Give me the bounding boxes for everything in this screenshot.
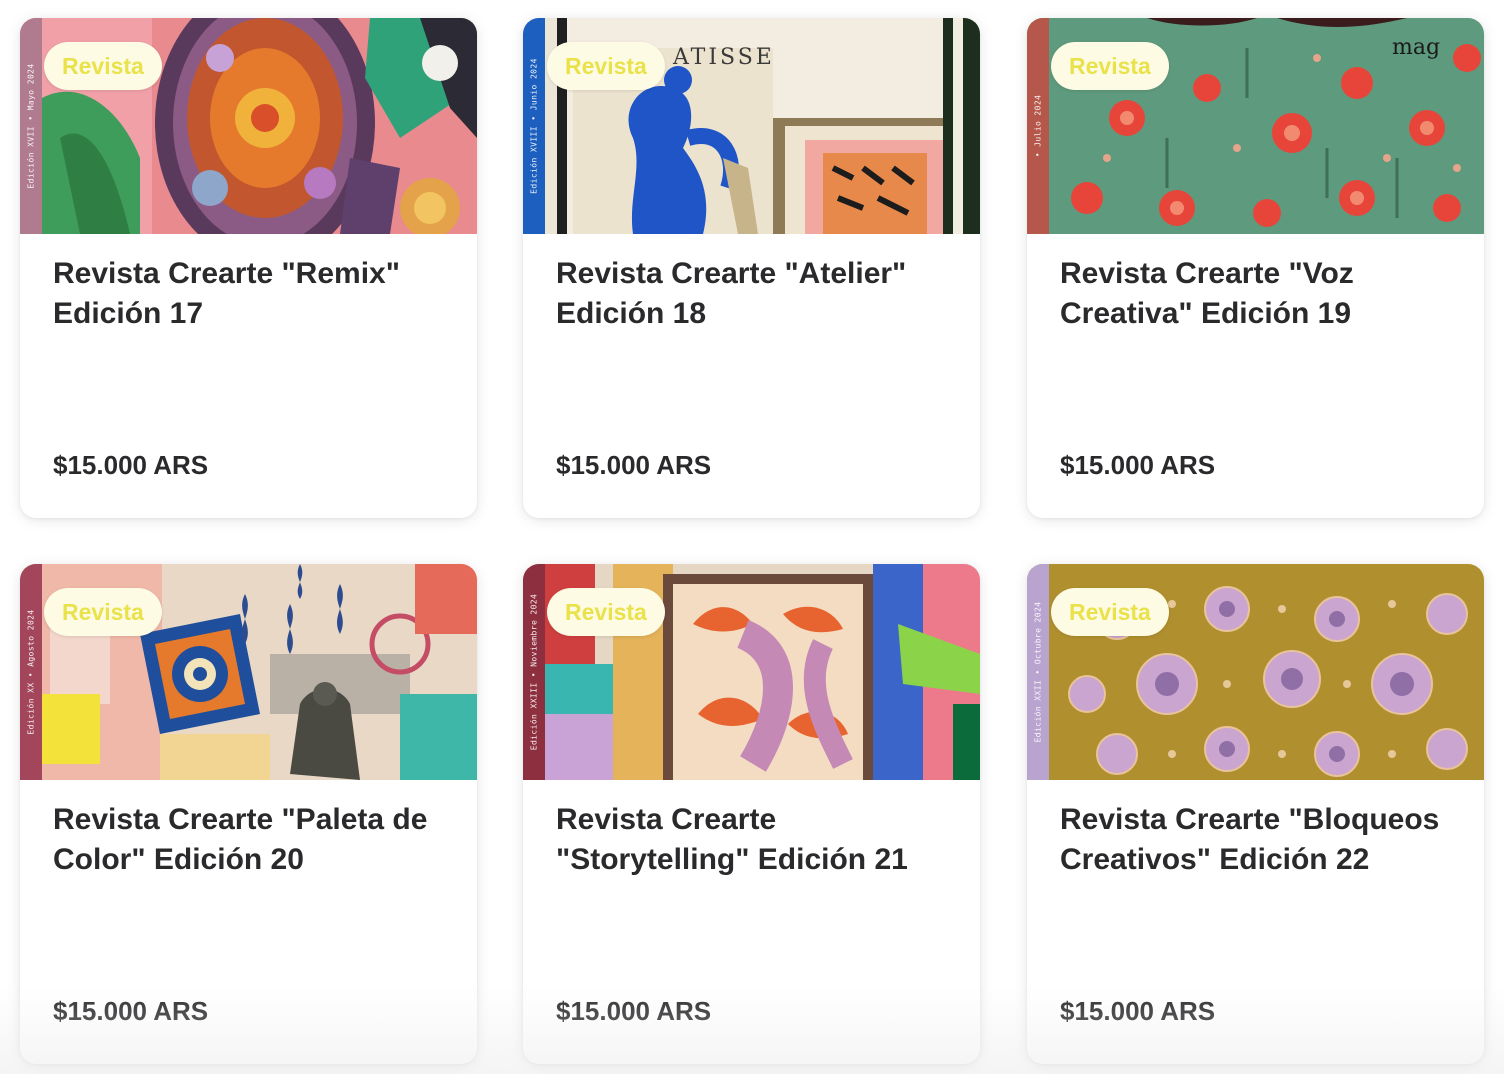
cover-spine-text: Edición XX • Agosto 2024 [26, 609, 36, 735]
product-card-bloqueos-creativos[interactable]: Edición XXII • Octubre 2024 Revista Revi… [1027, 564, 1484, 1064]
product-price: $15.000 ARS [1060, 996, 1216, 1026]
cover-title-text: ATISSE [672, 45, 775, 70]
product-price: $15.000 ARS [556, 996, 712, 1026]
cover-spine-text: Edición XXII • Octubre 2024 [1033, 601, 1043, 743]
product-card-atelier[interactable]: ATISSE Edición XVIII • Junio 2024 Revist… [523, 18, 980, 518]
product-cover-image[interactable]: Edición XXII • Octubre 2024 Revista [1027, 564, 1484, 780]
cover-spine-text: Edición XVIII • Junio 2024 [529, 58, 539, 194]
product-card-paleta-de-color[interactable]: Edición XX • Agosto 2024 Revista Revista… [20, 564, 477, 1064]
product-price: $15.000 ARS [53, 450, 209, 480]
product-cover-image[interactable]: Edición XVII • Mayo 2024 Revista [20, 18, 477, 234]
product-card-remix[interactable]: Edición XVII • Mayo 2024 Revista Revista… [20, 18, 477, 518]
category-badge: Revista [1051, 588, 1169, 636]
product-cover-image[interactable]: mag • Julio 2024 Revista [1027, 18, 1484, 234]
product-cover-image[interactable]: Edición XXIII • Noviembre 2024 Revista [523, 564, 980, 780]
product-title[interactable]: Revista Crearte "Voz Creativa" Edición 1… [1060, 254, 1455, 334]
product-title[interactable]: Revista Crearte "Bloqueos Creativos" Edi… [1060, 800, 1455, 880]
product-title[interactable]: Revista Crearte "Paleta de Color" Edició… [53, 800, 448, 880]
cover-spine-text: Edición XXIII • Noviembre 2024 [529, 593, 539, 751]
product-price: $15.000 ARS [1060, 450, 1216, 480]
cover-spine: Edición XVII • Mayo 2024 [20, 18, 42, 234]
product-title[interactable]: Revista Crearte "Remix" Edición 17 [53, 254, 448, 334]
product-cover-image[interactable]: ATISSE Edición XVIII • Junio 2024 Revist… [523, 18, 980, 234]
category-badge: Revista [44, 588, 162, 636]
product-price: $15.000 ARS [53, 996, 209, 1026]
cover-spine-text: • Julio 2024 [1033, 94, 1043, 158]
cover-spine: Edición XX • Agosto 2024 [20, 564, 42, 780]
product-grid: Edición XVII • Mayo 2024 Revista Revista… [0, 0, 1504, 1074]
product-price: $15.000 ARS [556, 450, 712, 480]
category-badge: Revista [547, 588, 665, 636]
product-cover-image[interactable]: Edición XX • Agosto 2024 Revista [20, 564, 477, 780]
cover-spine: • Julio 2024 [1027, 18, 1049, 234]
category-badge: Revista [44, 42, 162, 90]
cover-spine: Edición XXII • Octubre 2024 [1027, 564, 1049, 780]
cover-spine: Edición XVIII • Junio 2024 [523, 18, 545, 234]
cover-mag-text: mag [1392, 35, 1440, 60]
category-badge: Revista [547, 42, 665, 90]
product-card-storytelling[interactable]: Edición XXIII • Noviembre 2024 Revista R… [523, 564, 980, 1064]
product-title[interactable]: Revista Crearte "Storytelling" Edición 2… [556, 800, 951, 880]
cover-spine: Edición XXIII • Noviembre 2024 [523, 564, 545, 780]
category-badge: Revista [1051, 42, 1169, 90]
product-card-voz-creativa[interactable]: mag • Julio 2024 Revista Revista Crearte… [1027, 18, 1484, 518]
cover-spine-text: Edición XVII • Mayo 2024 [26, 63, 36, 189]
product-title[interactable]: Revista Crearte "Atelier" Edición 18 [556, 254, 951, 334]
